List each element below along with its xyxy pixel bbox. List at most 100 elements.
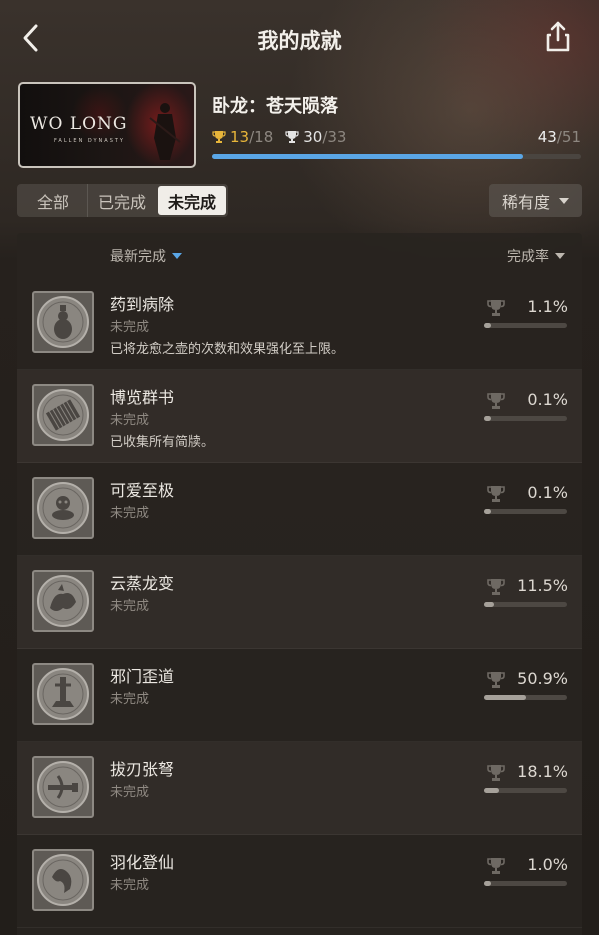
overall-progress-fill	[212, 154, 524, 159]
rate-bar-fill	[484, 602, 494, 607]
dragon-icon	[37, 575, 89, 627]
achievement-name: 药到病除	[110, 295, 175, 314]
achievement-badge	[32, 570, 94, 632]
rarity-dropdown[interactable]: 稀有度	[489, 184, 582, 217]
trophy-icon	[487, 579, 505, 595]
warrior-figure-icon	[149, 103, 181, 160]
rate-bar-fill	[484, 416, 491, 421]
rate-bar	[484, 881, 567, 886]
achievement-row[interactable]: 邪门歪道 未完成 50.9%	[17, 649, 582, 742]
header: 我的成就	[0, 0, 599, 76]
game-card[interactable]: WO LONG FALLEN DYNASTY 卧龙：苍天陨落 13 /18 30…	[18, 82, 581, 170]
achievement-status: 未完成	[110, 785, 150, 800]
achievement-status: 未完成	[110, 506, 150, 521]
trophy-icon	[487, 486, 505, 502]
rate-bar-fill	[484, 881, 491, 886]
overall-total: /51	[556, 128, 581, 146]
caret-down-icon	[559, 197, 570, 204]
crossbow-icon	[37, 761, 89, 813]
filter-tabs: 全部 已完成 未完成	[17, 184, 229, 217]
achievement-row[interactable]: 药到病除 未完成 已将龙愈之壶的次数和效果强化至上限。 1.1%	[17, 277, 582, 370]
rate-bar-fill	[484, 323, 491, 328]
achievement-description: 已将龙愈之壶的次数和效果强化至上限。	[110, 342, 345, 357]
trophy-icon	[487, 393, 505, 409]
completion-rate: 11.5%	[517, 576, 568, 595]
completion-rate: 0.1%	[527, 390, 568, 409]
achievement-badge	[32, 384, 94, 446]
rate-bar	[484, 323, 567, 328]
trophy-summary: 13 /18 30 /33	[212, 128, 346, 146]
achievement-status: 未完成	[110, 878, 150, 893]
cover-logo: WO LONG	[30, 114, 128, 134]
list-header: 最新完成 完成率	[17, 233, 582, 277]
achievement-list: 最新完成 完成率 药到病除 未完成 已将龙愈之壶的次数和效果强化至上限。 1.1…	[17, 233, 582, 935]
feather-icon	[37, 854, 89, 906]
rate-bar	[484, 788, 567, 793]
tab-completed[interactable]: 已完成	[88, 184, 156, 217]
achievement-description: 已收集所有简牍。	[110, 435, 215, 450]
gourd-icon	[37, 296, 89, 348]
rarity-label: 稀有度	[502, 192, 551, 212]
share-button[interactable]	[543, 20, 573, 54]
achievement-row[interactable]: 博览群书 未完成 已收集所有简牍。 0.1%	[17, 370, 582, 463]
caret-down-icon	[172, 253, 182, 259]
spirit-creature-icon	[37, 482, 89, 534]
rate-bar-fill	[484, 509, 491, 514]
share-icon	[546, 21, 570, 52]
achievement-row[interactable]: 羽化登仙 未完成 1.0%	[17, 835, 582, 928]
completion-rate: 0.1%	[527, 483, 568, 502]
page-title: 我的成就	[257, 29, 342, 53]
completion-rate: 18.1%	[517, 762, 568, 781]
achievement-badge	[32, 477, 94, 539]
achievement-row[interactable]: 云蒸龙变 未完成 11.5%	[17, 556, 582, 649]
achievement-badge	[32, 849, 94, 911]
rate-bar-fill	[484, 695, 527, 700]
gold-trophy-total: /18	[249, 128, 274, 146]
tab-incomplete[interactable]: 未完成	[158, 186, 227, 215]
gold-trophy-count: 13	[230, 128, 250, 146]
silver-trophy-icon	[285, 131, 299, 143]
achievement-status: 未完成	[110, 599, 150, 614]
overall-progress-bar	[212, 154, 581, 159]
completion-rate: 1.0%	[527, 855, 568, 874]
sort-rate-label: 完成率	[507, 249, 549, 265]
achievement-status: 未完成	[110, 320, 150, 335]
cover-subtitle: FALLEN DYNASTY	[54, 138, 125, 144]
achievement-status: 未完成	[110, 413, 150, 428]
achievement-name: 邪门歪道	[110, 667, 175, 686]
silver-trophy-total: /33	[322, 128, 347, 146]
caret-down-icon	[555, 253, 565, 259]
overall-done: 43	[537, 128, 557, 146]
trophy-icon	[487, 765, 505, 781]
trophy-icon	[487, 858, 505, 874]
overall-progress-text: 43/51	[538, 128, 581, 146]
achievement-name: 博览群书	[110, 388, 175, 407]
trophy-icon	[487, 672, 505, 688]
rate-bar-fill	[484, 788, 500, 793]
achievement-row[interactable]: 拔刃张弩 未完成 18.1%	[17, 742, 582, 835]
completion-rate: 50.9%	[517, 669, 568, 688]
achievement-name: 拔刃张弩	[110, 760, 175, 779]
game-title: 卧龙：苍天陨落	[212, 96, 338, 117]
achievement-badge	[32, 291, 94, 353]
achievement-name: 可爱至极	[110, 481, 175, 500]
achievement-name: 羽化登仙	[110, 853, 175, 872]
game-cover-image: WO LONG FALLEN DYNASTY	[18, 82, 196, 168]
rate-bar	[484, 509, 567, 514]
gold-trophy-icon	[212, 131, 226, 143]
scroll-icon	[37, 389, 89, 441]
sort-rate-button[interactable]: 完成率	[507, 246, 565, 266]
pillar-icon	[37, 668, 89, 720]
rate-bar	[484, 416, 567, 421]
silver-trophy-count: 30	[303, 128, 323, 146]
achievement-row[interactable]: 可爱至极 未完成 0.1%	[17, 463, 582, 556]
achievement-badge	[32, 756, 94, 818]
trophy-icon	[487, 300, 505, 316]
sort-latest-button[interactable]: 最新完成	[110, 246, 182, 266]
sort-latest-label: 最新完成	[110, 249, 166, 265]
completion-rate: 1.1%	[527, 297, 568, 316]
tab-all[interactable]: 全部	[17, 184, 89, 217]
rate-bar	[484, 695, 567, 700]
achievement-badge	[32, 663, 94, 725]
rate-bar	[484, 602, 567, 607]
